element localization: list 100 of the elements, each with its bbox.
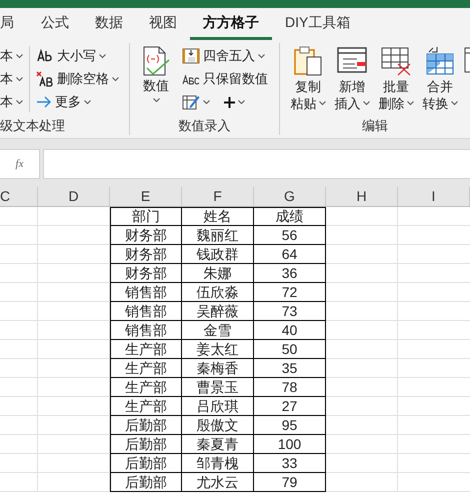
ribbon-tab[interactable]: 局 [0,8,28,40]
formula-input[interactable] [43,149,470,179]
table-cell: 销售部 [110,283,182,302]
table-cell: 50 [254,340,326,359]
table-cell: 生产部 [110,340,182,359]
table-cell: 后勤部 [110,454,182,473]
empty-cell [0,378,38,397]
table-cell: 78 [254,378,326,397]
caret-icon [16,76,23,82]
ribbon-button[interactable]: 本 [0,46,29,66]
header-cell: 部门 [110,207,182,226]
table-cell: 财务部 [110,226,182,245]
table-cell: 朱娜 [182,264,254,283]
caret-icon [203,100,210,104]
document-check-icon [141,46,171,76]
table-cell: 95 [254,416,326,435]
empty-cell [0,397,38,416]
ribbon-tab[interactable]: DIY工具箱 [272,8,364,40]
ribbon-button[interactable]: 大小写 [36,46,119,66]
ribbon-button[interactable]: 批量删除 [376,46,416,112]
ribbon-button[interactable]: 本 [0,69,29,89]
ribbon-tab[interactable]: 视图 [136,8,190,40]
table-cell: 生产部 [110,397,182,416]
table-cell: 销售部 [110,302,182,321]
empty-cell [0,283,38,302]
ribbon-button[interactable]: 只保留数值 [182,69,268,89]
caret-icon [450,101,458,106]
grid-download-icon [182,48,200,64]
table-cell: 钱政群 [182,245,254,264]
column-header[interactable]: D [38,187,110,206]
ribbon-button[interactable]: 新增插入 [332,46,372,112]
ribbon-tab[interactable]: 公式 [28,8,82,40]
table-cell: 72 [254,283,326,302]
caret-icon [16,54,23,58]
table-cell: 殷傲文 [182,416,254,435]
table-cell: 79 [254,473,326,492]
table-cell: 36 [254,264,326,283]
ribbon-button[interactable]: 数值 [136,46,176,103]
caret-icon [84,100,91,104]
caret-icon [362,101,370,106]
table-cell: 73 [254,302,326,321]
table-cell: 秦夏青 [182,435,254,454]
function-icon: fx [16,156,24,172]
table-cell: 生产部 [110,378,182,397]
column-header[interactable]: E [110,187,182,206]
column-header[interactable]: H [326,187,398,206]
caret-icon [318,101,326,106]
table-cell: 100 [254,435,326,454]
caret-icon [99,54,106,58]
table-cell: 姜太红 [182,340,254,359]
table-cell: 销售部 [110,321,182,340]
empty-cell [0,302,38,321]
column-header[interactable]: I [398,187,470,206]
grid-pencil-icon [182,94,200,110]
grid-delete-icon [381,46,411,76]
ribbon-button[interactable]: 本 [0,92,29,112]
empty-cell [0,264,38,283]
header-cell: 姓名 [182,207,254,226]
table-cell: 生产部 [110,359,182,378]
insert-row-icon [337,46,367,76]
table-cell: 后勤部 [110,473,182,492]
table-cell: 27 [254,397,326,416]
name-box-button[interactable]: fx [0,149,40,179]
table-cell: 伍欣淼 [182,283,254,302]
empty-cell [0,245,38,264]
table-cell: 40 [254,321,326,340]
small-caps-icon [182,73,200,85]
table-cell: 33 [254,454,326,473]
table-merge-icon [425,46,455,76]
caret-icon [406,101,414,106]
trim-spaces-icon [36,71,54,87]
caret-icon [258,54,265,58]
empty-cell [0,340,38,359]
caret-icon [112,76,119,82]
group-label: 级文本处理 [0,117,65,135]
table-cell: 财务部 [110,245,182,264]
column-header[interactable]: C [0,187,38,206]
table-cell: 56 [254,226,326,245]
ribbon-button[interactable]: 四舍五入 [182,46,268,66]
empty-cell [0,359,38,378]
empty-cell [0,454,38,473]
ribbon-tab[interactable]: 数据 [82,8,136,40]
clipboard-icon [293,46,323,76]
empty-cell [0,435,38,454]
ribbon-button[interactable]: 更多 [36,92,119,112]
empty-cell [0,473,38,492]
column-header[interactable]: G [254,187,326,206]
table-cell: 64 [254,245,326,264]
ribbon-button[interactable]: 复制粘贴 [288,46,328,112]
table-cell: 后勤部 [110,435,182,454]
ribbon-button[interactable]: 合并转换 [420,46,460,112]
caret-icon [238,100,245,104]
caret-icon [16,100,23,104]
right-arrow-icon [36,96,52,108]
table-cell: 魏丽红 [182,226,254,245]
caret-icon [152,98,160,103]
column-header[interactable]: F [182,187,254,206]
empty-cell [0,226,38,245]
plus-icon [224,96,235,108]
ribbon-button[interactable]: 删除空格 [36,69,119,89]
